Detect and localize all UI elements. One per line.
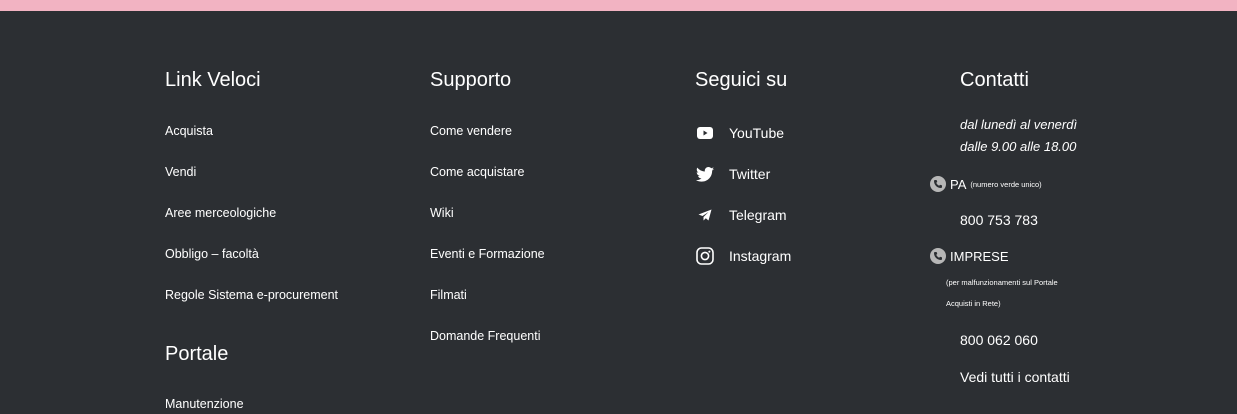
pa-contact-row: PA (numero verde unico) <box>930 176 1042 192</box>
phone-icon <box>930 248 946 264</box>
pa-phone[interactable]: 800 753 783 <box>960 212 1038 228</box>
social-twitter[interactable]: Twitter <box>695 164 770 184</box>
social-twitter-label: Twitter <box>729 166 771 182</box>
pa-note: (numero verde unico) <box>970 179 1042 189</box>
imprese-contact-row: IMPRESE <box>930 248 1009 264</box>
site-footer: Link Veloci Acquista Vendi Aree merceolo… <box>0 11 1237 414</box>
hours-line-1: dal lunedì al venerdì <box>960 117 1078 132</box>
hours-line-2: dalle 9.00 alle 18.00 <box>960 139 1077 154</box>
link-come-vendere[interactable]: Come vendere <box>430 123 512 139</box>
all-contacts-link[interactable]: Vedi tutti i contatti <box>960 369 1070 385</box>
link-eventi-formazione[interactable]: Eventi e Formazione <box>430 246 545 262</box>
support-title: Supporto <box>430 69 512 91</box>
imprese-note-line-2: Acquisti in Rete) <box>946 299 1001 308</box>
social-instagram[interactable]: Instagram <box>695 246 791 266</box>
social-title: Seguici su <box>695 69 788 91</box>
link-regole-sistema[interactable]: Regole Sistema e-procurement <box>165 287 338 303</box>
portale-title: Portale <box>165 343 229 365</box>
link-aree-merceologiche[interactable]: Aree merceologiche <box>165 205 276 221</box>
link-manutenzione[interactable]: Manutenzione <box>165 396 244 412</box>
imprese-label: IMPRESE <box>950 248 1009 264</box>
phone-icon <box>930 176 946 192</box>
link-obbligo-facolta[interactable]: Obbligo – facoltà <box>165 246 259 262</box>
social-youtube-label: YouTube <box>729 125 785 141</box>
top-accent-bar <box>0 0 1237 11</box>
contacts-title: Contatti <box>960 69 1029 91</box>
social-instagram-label: Instagram <box>729 248 792 264</box>
social-youtube[interactable]: YouTube <box>695 123 784 143</box>
youtube-icon <box>695 123 715 143</box>
telegram-icon <box>695 205 715 225</box>
link-wiki[interactable]: Wiki <box>430 205 454 221</box>
link-acquista[interactable]: Acquista <box>165 123 213 139</box>
pa-label: PA <box>950 176 967 192</box>
link-come-acquistare[interactable]: Come acquistare <box>430 164 525 180</box>
social-telegram[interactable]: Telegram <box>695 205 787 225</box>
link-vendi[interactable]: Vendi <box>165 164 196 180</box>
quick-links-title: Link Veloci <box>165 69 261 91</box>
social-telegram-label: Telegram <box>729 207 787 223</box>
imprese-phone[interactable]: 800 062 060 <box>960 332 1038 348</box>
link-domande-frequenti[interactable]: Domande Frequenti <box>430 328 540 344</box>
instagram-icon <box>695 246 715 266</box>
twitter-icon <box>695 164 715 184</box>
imprese-note-line-1: (per malfunzionamenti sul Portale <box>946 278 1058 287</box>
link-filmati[interactable]: Filmati <box>430 287 467 303</box>
